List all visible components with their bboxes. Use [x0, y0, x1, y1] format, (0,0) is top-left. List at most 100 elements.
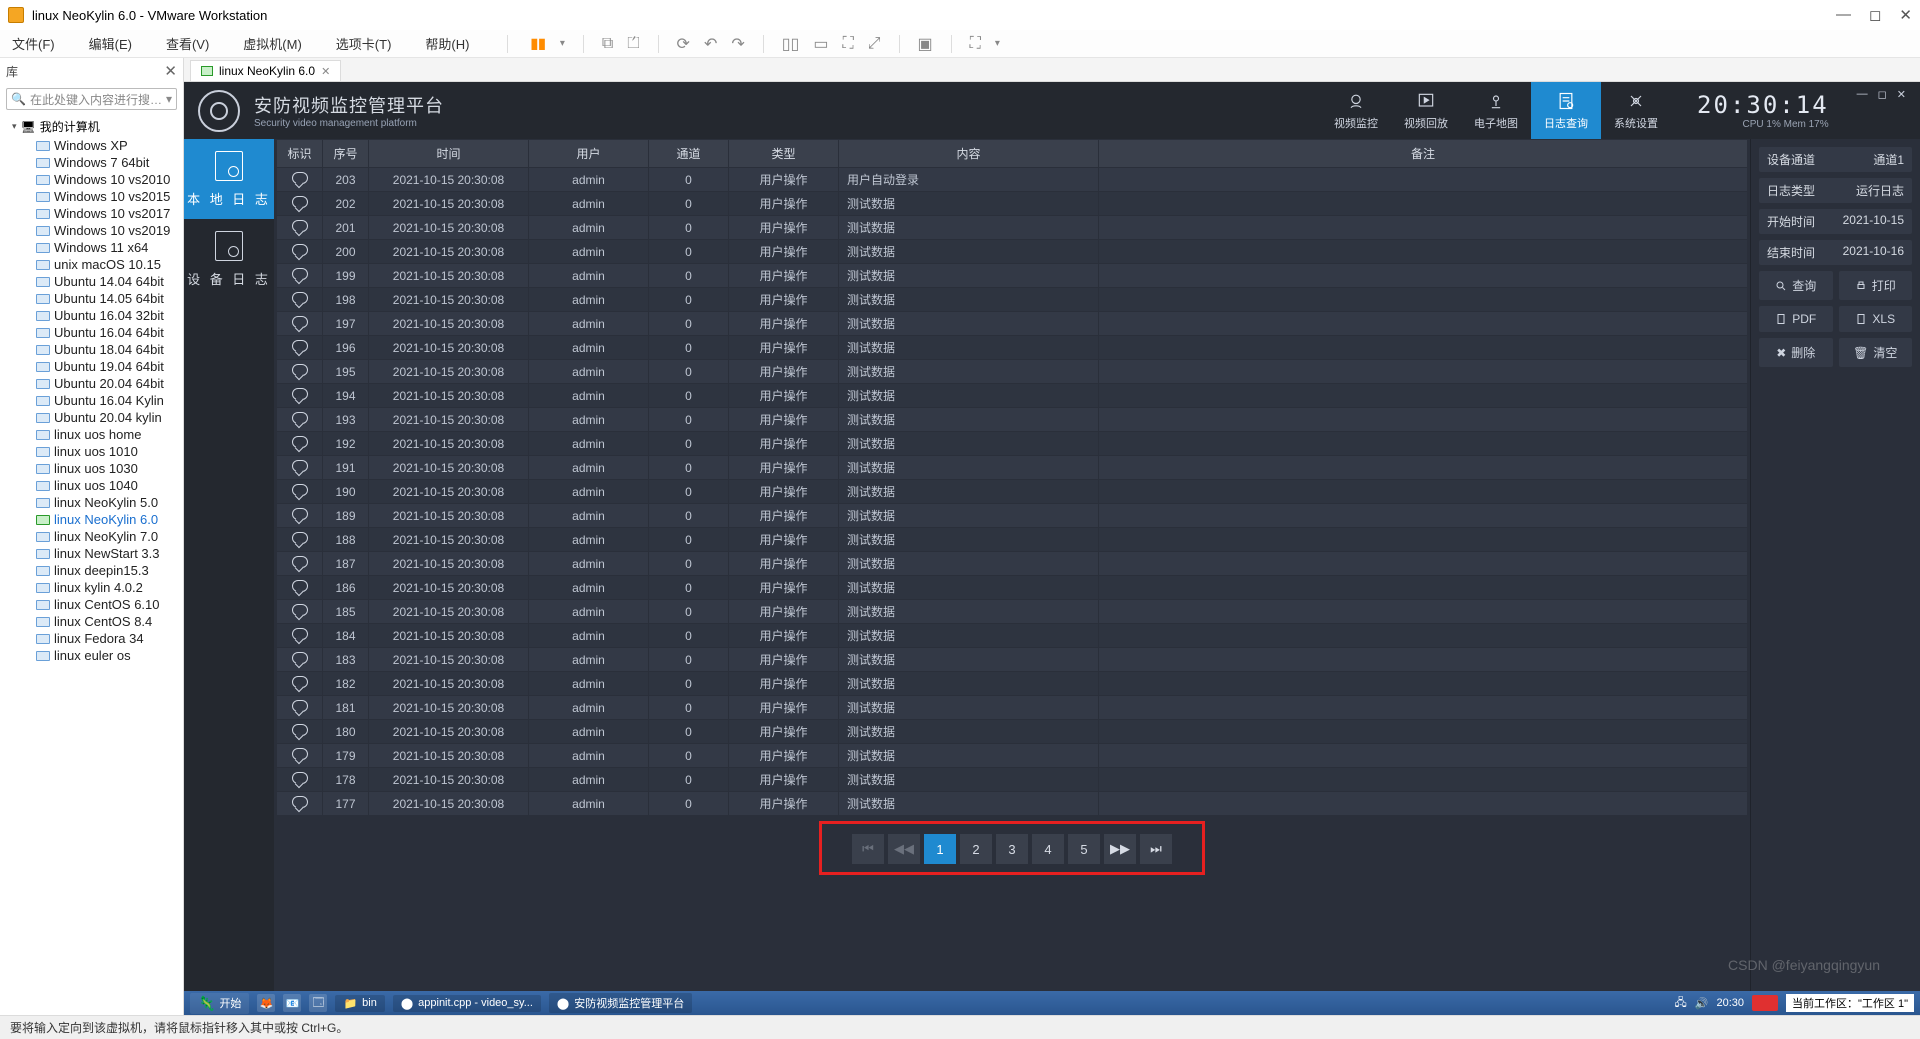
page-prev-icon[interactable]: ◀◀: [888, 834, 920, 864]
export-xls-button[interactable]: XLS: [1839, 306, 1913, 332]
vm-tree-item[interactable]: Ubuntu 18.04 64bit: [0, 341, 183, 358]
device-channel-select[interactable]: 设备通道通道1: [1759, 147, 1912, 172]
page-number[interactable]: 3: [996, 834, 1028, 864]
dropdown-icon[interactable]: ▾: [560, 38, 565, 49]
tray-volume-icon[interactable]: 🔊: [1695, 997, 1709, 1010]
tab-local-log[interactable]: 本 地 日 志: [184, 139, 274, 219]
column-header[interactable]: 类型: [729, 140, 839, 168]
table-row[interactable]: 2032021-10-15 20:30:08admin0用户操作用户自动登录: [277, 168, 1748, 192]
vm-tree-item[interactable]: Ubuntu 16.04 64bit: [0, 324, 183, 341]
start-date-input[interactable]: 开始时间2021-10-15: [1759, 209, 1912, 234]
column-header[interactable]: 序号: [323, 140, 369, 168]
close-tab-icon[interactable]: ✕: [321, 65, 330, 78]
task-editor[interactable]: ⬤appinit.cpp - video_sy...: [393, 995, 541, 1012]
single-view-icon[interactable]: ▯▯: [782, 34, 800, 54]
table-row[interactable]: 1952021-10-15 20:30:08admin0用户操作测试数据: [277, 360, 1748, 384]
tray-record-icon[interactable]: [1752, 995, 1778, 1011]
maximize-icon[interactable]: ◻: [1869, 6, 1881, 24]
vm-tree-item[interactable]: linux NeoKylin 5.0: [0, 494, 183, 511]
stretch-icon[interactable]: ⤢: [868, 35, 881, 53]
table-row[interactable]: 1862021-10-15 20:30:08admin0用户操作测试数据: [277, 576, 1748, 600]
table-row[interactable]: 1992021-10-15 20:30:08admin0用户操作测试数据: [277, 264, 1748, 288]
library-search[interactable]: 🔍 在此处键入内容进行搜… ▾: [6, 88, 177, 110]
tray-time[interactable]: 20:30: [1716, 997, 1744, 1009]
table-row[interactable]: 2012021-10-15 20:30:08admin0用户操作测试数据: [277, 216, 1748, 240]
clear-button[interactable]: 🗑清空: [1839, 338, 1913, 367]
table-row[interactable]: 1812021-10-15 20:30:08admin0用户操作测试数据: [277, 696, 1748, 720]
vm-tree-item[interactable]: linux deepin15.3: [0, 562, 183, 579]
vm-tree-item[interactable]: Windows 10 vs2015: [0, 188, 183, 205]
column-header[interactable]: 内容: [839, 140, 1099, 168]
nav-log[interactable]: 日志查询: [1531, 82, 1601, 139]
vm-tree-item[interactable]: Windows 10 vs2017: [0, 205, 183, 222]
page-first-icon[interactable]: ⏮: [852, 834, 884, 864]
vm-tree-item[interactable]: Ubuntu 20.04 kylin: [0, 409, 183, 426]
vm-tree-item[interactable]: Windows 7 64bit: [0, 154, 183, 171]
export-pdf-button[interactable]: PDF: [1759, 306, 1833, 332]
vm-tree-item[interactable]: linux NeoKylin 7.0: [0, 528, 183, 545]
page-number[interactable]: 1: [924, 834, 956, 864]
table-row[interactable]: 1782021-10-15 20:30:08admin0用户操作测试数据: [277, 768, 1748, 792]
app-maximize-icon[interactable]: ◻: [1878, 88, 1887, 101]
guest-display[interactable]: 安防视频监控管理平台 Security video management pla…: [184, 82, 1920, 1015]
menu-item[interactable]: 文件(F): [12, 34, 55, 53]
table-row[interactable]: 1922021-10-15 20:30:08admin0用户操作测试数据: [277, 432, 1748, 456]
clock-back-icon[interactable]: ↶: [704, 34, 717, 54]
table-row[interactable]: 1962021-10-15 20:30:08admin0用户操作测试数据: [277, 336, 1748, 360]
vm-tree-item[interactable]: linux Fedora 34: [0, 630, 183, 647]
vm-tree-item[interactable]: linux NewStart 3.3: [0, 545, 183, 562]
table-row[interactable]: 1842021-10-15 20:30:08admin0用户操作测试数据: [277, 624, 1748, 648]
vm-tree-item[interactable]: Ubuntu 14.04 64bit: [0, 273, 183, 290]
vm-tree-item[interactable]: Windows 10 vs2010: [0, 171, 183, 188]
page-number[interactable]: 5: [1068, 834, 1100, 864]
tree-root[interactable]: ▾🖥我的计算机: [0, 116, 183, 137]
table-row[interactable]: 1852021-10-15 20:30:08admin0用户操作测试数据: [277, 600, 1748, 624]
pause-icon[interactable]: ▮▮: [530, 35, 545, 52]
files-icon[interactable]: 🗔: [309, 994, 327, 1012]
vm-tree-item[interactable]: linux CentOS 8.4: [0, 613, 183, 630]
table-row[interactable]: 2002021-10-15 20:30:08admin0用户操作测试数据: [277, 240, 1748, 264]
end-date-input[interactable]: 结束时间2021-10-16: [1759, 240, 1912, 265]
page-last-icon[interactable]: ⏭: [1140, 834, 1172, 864]
query-button[interactable]: 查询: [1759, 271, 1833, 300]
close-icon[interactable]: ✕: [1899, 6, 1912, 24]
task-bin[interactable]: 📁bin: [335, 995, 384, 1012]
vm-tree-item[interactable]: Windows 10 vs2019: [0, 222, 183, 239]
workspace-indicator[interactable]: 当前工作区："工作区 1": [1786, 994, 1914, 1012]
column-header[interactable]: 用户: [529, 140, 649, 168]
firefox-icon[interactable]: 🦊: [257, 994, 275, 1012]
app-close-icon[interactable]: ✕: [1897, 88, 1906, 101]
refresh-icon[interactable]: ⟳: [677, 34, 690, 54]
minimize-icon[interactable]: —: [1836, 6, 1851, 24]
table-row[interactable]: 1832021-10-15 20:30:08admin0用户操作测试数据: [277, 648, 1748, 672]
table-row[interactable]: 1912021-10-15 20:30:08admin0用户操作测试数据: [277, 456, 1748, 480]
menu-item[interactable]: 选项卡(T): [336, 34, 392, 53]
vm-tree-item[interactable]: linux NeoKylin 6.0: [0, 511, 183, 528]
task-security-app[interactable]: ⬤安防视频监控管理平台: [549, 993, 692, 1013]
table-row[interactable]: 1972021-10-15 20:30:08admin0用户操作测试数据: [277, 312, 1748, 336]
menu-item[interactable]: 帮助(H): [425, 34, 469, 53]
clock-fwd-icon[interactable]: ↷: [731, 34, 744, 54]
nav-video[interactable]: 视频监控: [1321, 82, 1391, 139]
close-library-icon[interactable]: ✕: [164, 62, 177, 80]
nav-map[interactable]: 电子地图: [1461, 82, 1531, 139]
vm-tree-item[interactable]: Windows 11 x64: [0, 239, 183, 256]
table-row[interactable]: 1892021-10-15 20:30:08admin0用户操作测试数据: [277, 504, 1748, 528]
vm-tree-item[interactable]: linux uos 1030: [0, 460, 183, 477]
start-menu[interactable]: 🦎开始: [190, 993, 249, 1014]
fullscreen-icon[interactable]: ⛶: [970, 35, 981, 53]
snapshot-icon[interactable]: ⧉: [602, 35, 613, 53]
vm-tree-item[interactable]: linux uos home: [0, 426, 183, 443]
vm-tree-item[interactable]: Ubuntu 14.05 64bit: [0, 290, 183, 307]
table-row[interactable]: 1792021-10-15 20:30:08admin0用户操作测试数据: [277, 744, 1748, 768]
table-row[interactable]: 1772021-10-15 20:30:08admin0用户操作测试数据: [277, 792, 1748, 816]
menu-item[interactable]: 查看(V): [166, 34, 209, 53]
vm-tree-item[interactable]: linux uos 1040: [0, 477, 183, 494]
log-type-select[interactable]: 日志类型运行日志: [1759, 178, 1912, 203]
fit-guest-icon[interactable]: ⛶: [842, 35, 853, 53]
table-row[interactable]: 1802021-10-15 20:30:08admin0用户操作测试数据: [277, 720, 1748, 744]
vm-tree-item[interactable]: Ubuntu 19.04 64bit: [0, 358, 183, 375]
column-header[interactable]: 标识: [277, 140, 323, 168]
menu-item[interactable]: 虚拟机(M): [243, 34, 302, 53]
vm-tree-item[interactable]: linux uos 1010: [0, 443, 183, 460]
